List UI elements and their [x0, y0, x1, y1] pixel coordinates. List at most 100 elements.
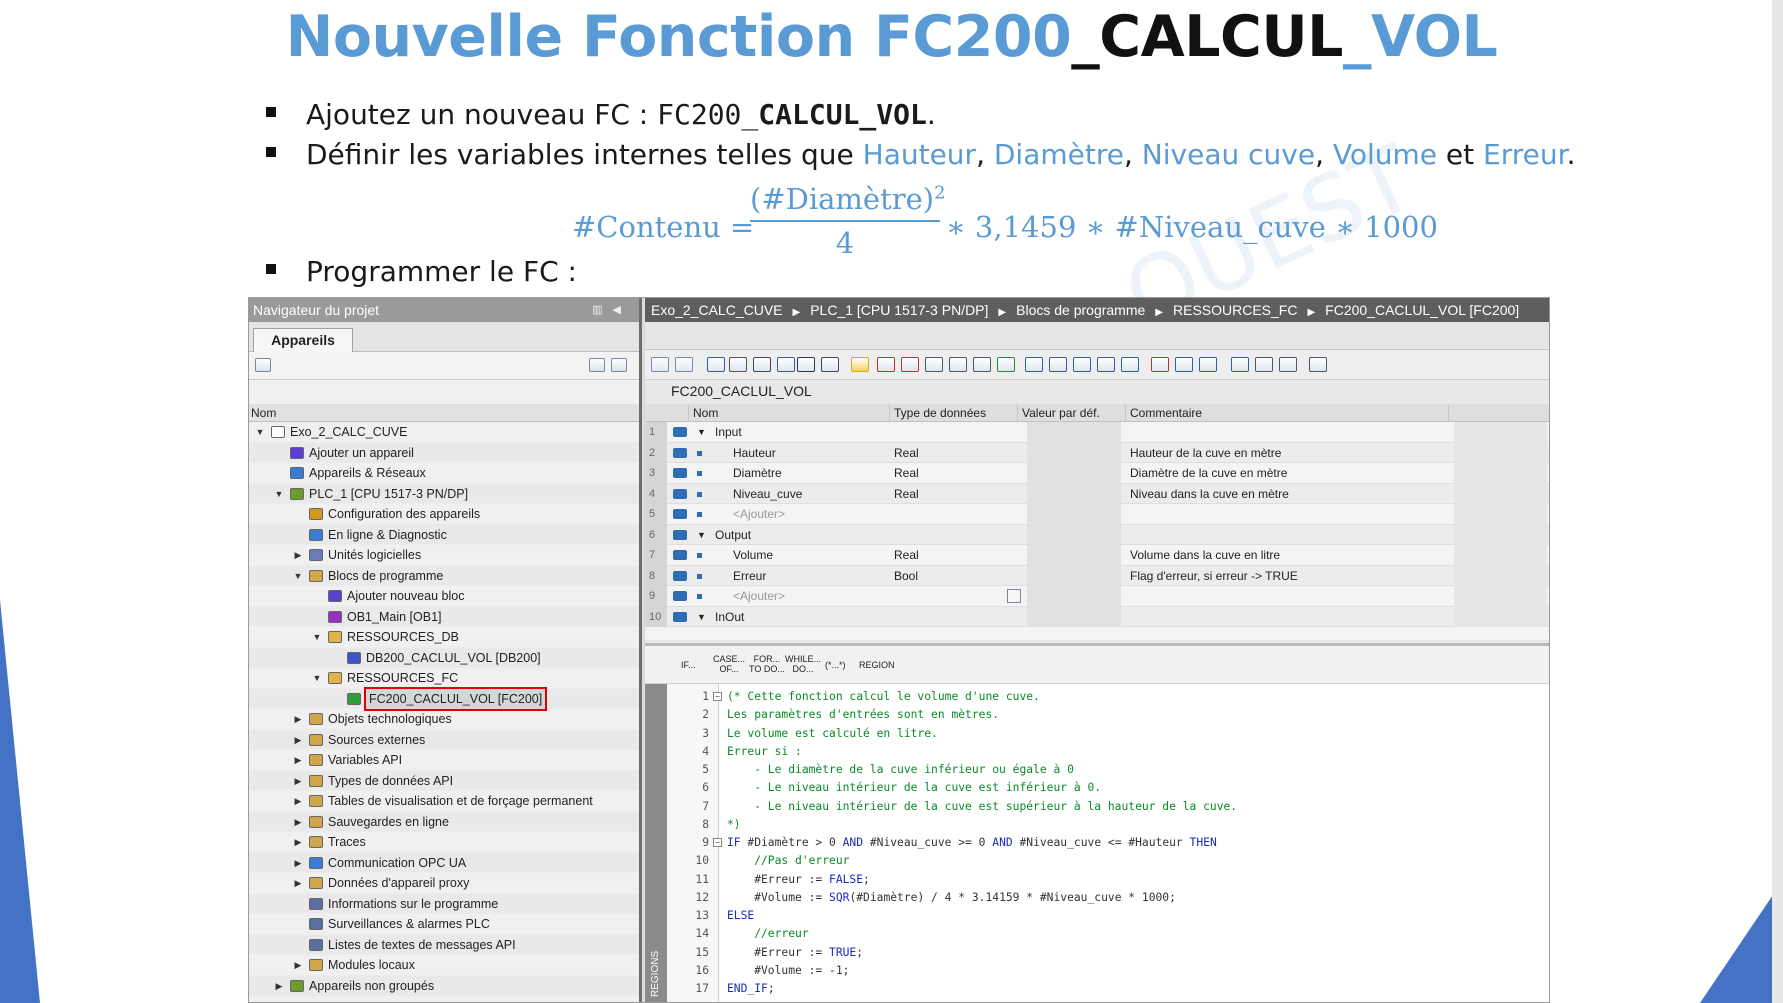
fold-toggle-icon[interactable]: −	[713, 838, 722, 847]
tree-item[interactable]: ▶ Appareils non groupés	[249, 975, 639, 997]
interface-comment[interactable]: Flag d'erreur, si erreur -> TRUE	[1130, 566, 1298, 587]
code-line[interactable]: 11 #Erreur := FALSE;	[667, 871, 1549, 889]
editor-tool-icon[interactable]	[1255, 357, 1273, 372]
tree-item[interactable]: ▶ Types de données API	[249, 770, 639, 791]
interface-row[interactable]: 6 ▼ Output	[645, 524, 1549, 546]
expanded-arrow-icon[interactable]: ▼	[312, 668, 322, 689]
interface-default-cell[interactable]	[1027, 565, 1121, 586]
code-line[interactable]: 3 Le volume est calculé en litre.	[667, 725, 1549, 743]
tree-item[interactable]: Ajouter nouveau bloc	[249, 586, 639, 607]
code-lines[interactable]: 1− (* Cette fonction calcul le volume d'u…	[667, 688, 1549, 998]
tree-item[interactable]: ▶ Unités logicielles	[249, 545, 639, 566]
interface-name[interactable]: Input	[715, 422, 742, 443]
editor-tool-icon[interactable]	[753, 357, 771, 372]
interface-default-cell[interactable]	[1027, 422, 1121, 443]
navigator-view-icon[interactable]	[589, 358, 605, 372]
interface-type[interactable]: Real	[894, 443, 919, 464]
editor-tool-icon[interactable]	[973, 357, 991, 372]
editor-tool-icon[interactable]	[901, 357, 919, 372]
code-line[interactable]: 4 Erreur si :	[667, 743, 1549, 761]
code-line[interactable]: 6 - Le niveau intérieur de la cuve est i…	[667, 779, 1549, 797]
type-picker-button[interactable]	[1007, 589, 1021, 603]
code-line[interactable]: 15 #Erreur := TRUE;	[667, 944, 1549, 962]
editor-tool-icon[interactable]	[925, 357, 943, 372]
interface-default-cell[interactable]	[1027, 586, 1121, 607]
editor-tool-icon[interactable]	[1073, 357, 1091, 372]
collapsed-arrow-icon[interactable]: ▶	[293, 709, 303, 730]
tree-item[interactable]: ▼ RESSOURCES_DB	[249, 627, 639, 648]
code-line[interactable]: 17 END_IF;	[667, 980, 1549, 998]
expanded-arrow-icon[interactable]: ▼	[255, 422, 265, 443]
code-line[interactable]: 16 #Volume := -1;	[667, 962, 1549, 980]
collapsed-arrow-icon[interactable]: ▶	[293, 812, 303, 833]
editor-tool-icon[interactable]	[651, 357, 669, 372]
scl-insert-button[interactable]: REGION	[859, 660, 895, 670]
scl-insert-button[interactable]: FOR... TO DO...	[749, 654, 785, 674]
breadcrumb-item[interactable]: PLC_1 [CPU 1517-3 PN/DP]	[810, 302, 988, 318]
interface-default-cell[interactable]	[1027, 483, 1121, 504]
expanded-arrow-icon[interactable]: ▼	[312, 627, 322, 648]
collapsed-arrow-icon[interactable]: ▶	[293, 750, 303, 771]
collapsed-arrow-icon[interactable]: ▶	[274, 976, 284, 997]
tree-item[interactable]: Appareils & Réseaux	[249, 463, 639, 484]
tree-item[interactable]: ▶ Traces	[249, 832, 639, 853]
code-line[interactable]: 7 - Le niveau intérieur de la cuve est s…	[667, 798, 1549, 816]
collapsed-arrow-icon[interactable]: ▶	[293, 545, 303, 566]
tree-item[interactable]: ▶ Modules locaux	[249, 955, 639, 976]
tree-item[interactable]: ▶ Sauvegardes en ligne	[249, 811, 639, 833]
collapsed-arrow-icon[interactable]: ▶	[293, 791, 303, 812]
editor-tool-icon[interactable]	[1049, 357, 1067, 372]
interface-row[interactable]: 8 Erreur Bool Flag d'erreur, si erreur -> T…	[645, 565, 1549, 587]
tree-item[interactable]: ▼ Exo_2_CALC_CUVE	[249, 422, 639, 443]
editor-tool-icon[interactable]	[797, 357, 815, 372]
interface-row[interactable]: 9 <Ajouter>	[645, 586, 1549, 607]
fold-toggle-icon[interactable]: −	[713, 692, 722, 701]
tree-item[interactable]: Surveillances & alarmes PLC	[249, 914, 639, 935]
expanded-arrow-icon[interactable]: ▼	[293, 566, 303, 587]
tree-item[interactable]: ▶ Tables de visualisation et de forçage p…	[249, 791, 639, 812]
tree-item[interactable]: ▶ Communication OPC UA	[249, 852, 639, 873]
code-line[interactable]: 1− (* Cette fonction calcul le volume d'u…	[667, 688, 1549, 706]
scl-insert-button[interactable]: CASE... OF...	[713, 654, 745, 674]
collapsed-arrow-icon[interactable]: ▶	[293, 730, 303, 751]
tree-item[interactable]: ▼ RESSOURCES_FC	[249, 668, 639, 689]
editor-tool-icon[interactable]	[707, 357, 725, 372]
code-line[interactable]: 14 //erreur	[667, 925, 1549, 943]
regions-panel[interactable]: REGIONS	[645, 684, 667, 1002]
interface-comment[interactable]: Niveau dans la cuve en mètre	[1130, 484, 1289, 505]
tree-item[interactable]: OB1_Main [OB1]	[249, 606, 639, 627]
editor-tool-icon[interactable]	[1151, 357, 1169, 372]
expanded-arrow-icon[interactable]: ▼	[697, 607, 706, 628]
breadcrumb-item[interactable]: Exo_2_CALC_CUVE	[651, 302, 783, 318]
interface-name[interactable]: Volume	[733, 545, 773, 566]
code-line[interactable]: 9− IF #Diamètre > 0 AND #Niveau_cuve >= 0…	[667, 834, 1549, 852]
editor-tool-icon[interactable]	[1231, 357, 1249, 372]
interface-type[interactable]: Real	[894, 545, 919, 566]
tree-item[interactable]: ▶ Données d'appareil proxy	[249, 873, 639, 894]
code-line[interactable]: 10 //Pas d'erreur	[667, 852, 1549, 870]
editor-tool-icon[interactable]	[1175, 357, 1193, 372]
interface-type[interactable]: Real	[894, 463, 919, 484]
editor-tool-icon[interactable]	[1309, 357, 1327, 372]
interface-name[interactable]: Diamètre	[733, 463, 782, 484]
editor-tool-icon[interactable]	[1097, 357, 1115, 372]
scl-insert-button[interactable]: IF...	[681, 660, 696, 670]
editor-tool-icon[interactable]	[675, 357, 693, 372]
editor-tool-icon[interactable]	[997, 357, 1015, 372]
code-line[interactable]: 5 - Le diamètre de la cuve inférieur ou …	[667, 761, 1549, 779]
interface-default-cell[interactable]	[1027, 442, 1121, 463]
tree-item[interactable]: Configuration des appareils	[249, 504, 639, 525]
tree-item[interactable]: ▼ PLC_1 [CPU 1517-3 PN/DP]	[249, 483, 639, 504]
interface-row[interactable]: 4 Niveau_cuve Real Niveau dans la cuve en m…	[645, 483, 1549, 505]
code-line[interactable]: 2 Les paramètres d'entrées sont en mètres…	[667, 706, 1549, 724]
tree-item[interactable]: Ajouter un appareil	[249, 442, 639, 463]
breadcrumb-item[interactable]: RESSOURCES_FC	[1173, 302, 1297, 318]
editor-tool-icon[interactable]	[1121, 357, 1139, 372]
interface-type[interactable]: Real	[894, 484, 919, 505]
collapse-navigator-icon[interactable]: ▥◀	[592, 298, 631, 322]
interface-name[interactable]: InOut	[715, 607, 744, 628]
editor-tool-icon[interactable]	[877, 357, 895, 372]
navigator-refresh-icon[interactable]	[611, 358, 627, 372]
interface-name[interactable]: Output	[715, 525, 751, 546]
code-line[interactable]: 13 ELSE	[667, 907, 1549, 925]
